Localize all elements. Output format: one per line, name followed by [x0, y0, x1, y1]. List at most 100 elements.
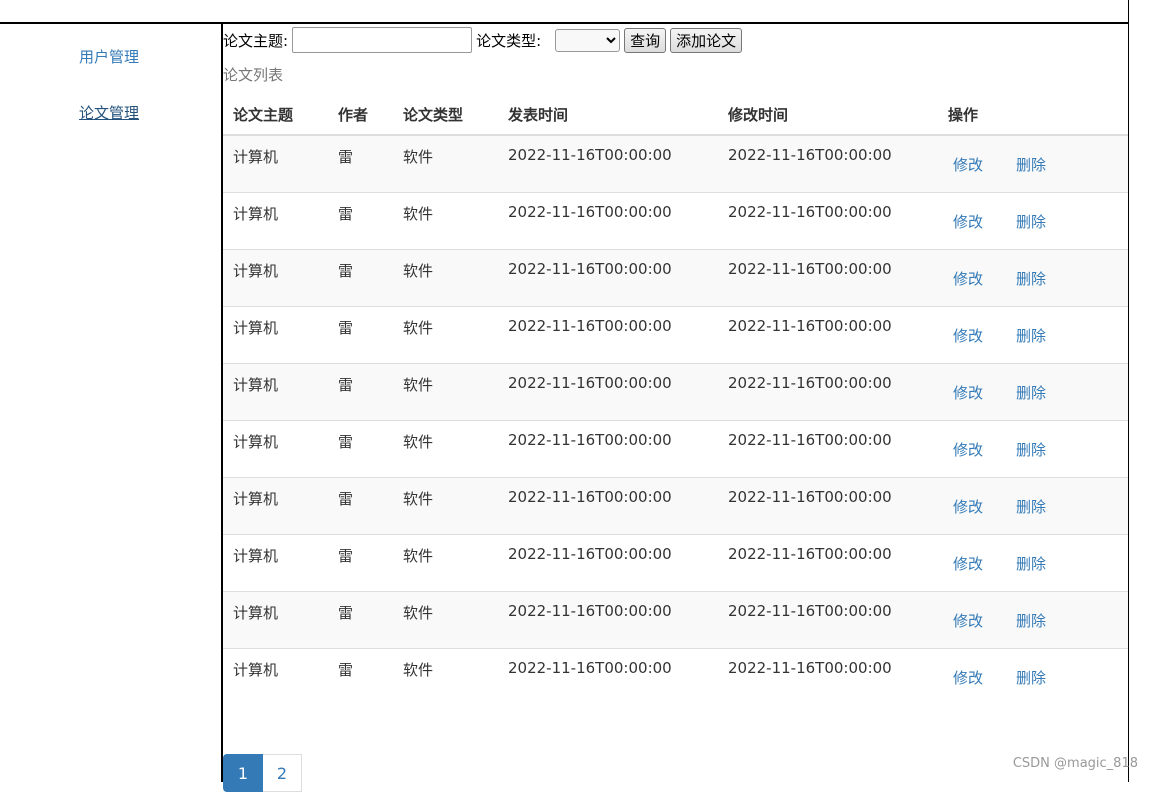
delete-link[interactable]: 删除	[1016, 439, 1046, 460]
sidebar-item-papers[interactable]: 论文管理	[79, 102, 139, 123]
cell-type-text: 软件	[403, 262, 434, 280]
papers-table: 论文主题 作者 论文类型 发表时间 修改时间 操作 计算机雷软件 2022-11-…	[223, 94, 1128, 705]
cell-modified-text: 2022-11-16T00:00:00	[728, 374, 892, 392]
table-row: 计算机 雷 软件 2022-11-16T00:00:00 2022-11-16T00:0…	[223, 591, 1128, 649]
cell-author: 雷	[328, 648, 393, 705]
cell-actions: 修改 删除	[938, 363, 1128, 421]
table-row: 计算机 雷 软件 2022-11-16T00:00:00 2022-11-16T00:0…	[223, 363, 1128, 421]
cell-type: 软件	[393, 648, 498, 705]
table-header-row: 论文主题 作者 论文类型 发表时间 修改时间 操作	[223, 94, 1128, 136]
table-row: 计算机 雷 软件 2022-11-16T00:00:00 2022-11-16T00:0…	[223, 648, 1128, 705]
edit-link[interactable]: 修改	[953, 496, 983, 517]
watermark: CSDN @magic_818	[1012, 756, 1138, 771]
cell-published-text: 2022-11-16T00:00:00	[508, 488, 672, 506]
delete-link[interactable]: 删除	[1016, 211, 1046, 232]
cell-topic: 计算机	[223, 477, 328, 535]
cell-topic: 计算机	[223, 420, 328, 478]
top-band	[0, 0, 1129, 24]
cell-type-text: 软件	[403, 376, 434, 394]
cell-published: 2022-11-16T00:00:00	[498, 363, 718, 421]
cell-author-text: 雷	[338, 433, 354, 451]
list-caption: 论文列表	[223, 66, 284, 84]
cell-author: 雷	[328, 134, 393, 193]
cell-actions: 修改 删除	[938, 477, 1128, 535]
table-row: 计算机 雷 软件 2022-11-16T00:00:00 2022-11-16T00:0…	[223, 249, 1128, 307]
cell-modified: 2022-11-16T00:00:00	[718, 249, 938, 307]
page-1-button[interactable]: 1	[223, 754, 263, 792]
page-2-button[interactable]: 2	[263, 754, 302, 792]
header-actions: 操作	[938, 94, 1128, 136]
cell-type: 软件	[393, 591, 498, 649]
header-topic: 论文主题	[223, 94, 328, 136]
cell-type: 软件	[393, 306, 498, 364]
search-bar: 论文主题: 论文类型: 查询 添加论文	[223, 26, 746, 54]
table-body: 计算机雷软件 2022-11-16T00:00:00 2022-11-16T00:0…	[223, 134, 1128, 705]
query-button[interactable]: 查询	[624, 27, 667, 53]
cell-modified: 2022-11-16T00:00:00	[718, 477, 938, 535]
edit-link[interactable]: 修改	[953, 553, 983, 574]
edit-link[interactable]: 修改	[953, 610, 983, 631]
cell-published-text: 2022-11-16T00:00:00	[508, 317, 672, 335]
cell-type: 软件	[393, 477, 498, 535]
delete-link[interactable]: 删除	[1016, 268, 1046, 289]
table-row: 计算机 雷 软件 2022-11-16T00:00:00 2022-11-16T00:0…	[223, 534, 1128, 592]
cell-topic: 计算机	[223, 249, 328, 307]
delete-link[interactable]: 删除	[1016, 610, 1046, 631]
pagination: 1 2	[223, 754, 302, 792]
edit-link[interactable]: 修改	[953, 211, 983, 232]
topic-input[interactable]	[292, 27, 473, 53]
edit-link[interactable]: 修改	[953, 439, 983, 460]
edit-link[interactable]: 修改	[953, 268, 983, 289]
cell-topic-text: 计算机	[233, 661, 279, 679]
table-row: 计算机 雷 软件 2022-11-16T00:00:00 2022-11-16T00:0…	[223, 134, 1128, 193]
cell-type-text: 软件	[403, 547, 434, 565]
cell-author: 雷	[328, 477, 393, 535]
cell-author-text: 雷	[338, 547, 354, 565]
cell-published: 2022-11-16T00:00:00	[498, 477, 718, 535]
topic-label: 论文主题:	[223, 31, 289, 50]
cell-author: 雷	[328, 249, 393, 307]
delete-link[interactable]: 删除	[1016, 496, 1046, 517]
cell-type: 软件	[393, 249, 498, 307]
cell-topic-text: 计算机	[233, 205, 279, 223]
edit-link[interactable]: 修改	[953, 154, 983, 175]
cell-author-text: 雷	[338, 205, 354, 223]
header-type: 论文类型	[393, 94, 498, 136]
delete-link[interactable]: 删除	[1016, 154, 1046, 175]
sidebar-item-users[interactable]: 用户管理	[79, 46, 139, 67]
cell-actions: 修改 删除	[938, 420, 1128, 478]
type-select[interactable]	[555, 28, 621, 52]
cell-author: 雷	[328, 420, 393, 478]
cell-modified: 2022-11-16T00:00:00	[718, 192, 938, 250]
edit-link[interactable]: 修改	[953, 325, 983, 346]
edit-link[interactable]: 修改	[953, 667, 983, 688]
cell-modified: 2022-11-16T00:00:00	[718, 306, 938, 364]
cell-type: 软件	[393, 192, 498, 250]
cell-published-text: 2022-11-16T00:00:00	[508, 545, 672, 563]
sidebar: 用户管理 论文管理	[0, 24, 223, 782]
cell-author: 雷	[328, 534, 393, 592]
cell-modified: 2022-11-16T00:00:00	[718, 591, 938, 649]
cell-type-text: 软件	[403, 319, 434, 337]
add-paper-button[interactable]: 添加论文	[670, 27, 743, 53]
delete-link[interactable]: 删除	[1016, 325, 1046, 346]
delete-link[interactable]: 删除	[1016, 382, 1046, 403]
cell-actions: 修改 删除	[938, 249, 1128, 307]
cell-type: 软件	[393, 534, 498, 592]
cell-author: 雷	[328, 306, 393, 364]
cell-actions: 修改 删除	[938, 192, 1128, 250]
cell-modified-text: 2022-11-16T00:00:00	[728, 431, 892, 449]
cell-actions: 修改 删除	[938, 134, 1128, 193]
edit-link[interactable]: 修改	[953, 382, 983, 403]
cell-modified: 2022-11-16T00:00:00	[718, 420, 938, 478]
cell-type-text: 软件	[403, 490, 434, 508]
cell-topic-text: 计算机	[233, 490, 279, 508]
cell-published: 2022-11-16T00:00:00	[498, 134, 718, 193]
cell-author-text: 雷	[338, 490, 354, 508]
delete-link[interactable]: 删除	[1016, 553, 1046, 574]
cell-author-text: 雷	[338, 148, 354, 166]
cell-modified-text: 2022-11-16T00:00:00	[728, 488, 892, 506]
delete-link[interactable]: 删除	[1016, 667, 1046, 688]
cell-published: 2022-11-16T00:00:00	[498, 420, 718, 478]
cell-modified: 2022-11-16T00:00:00	[718, 648, 938, 705]
